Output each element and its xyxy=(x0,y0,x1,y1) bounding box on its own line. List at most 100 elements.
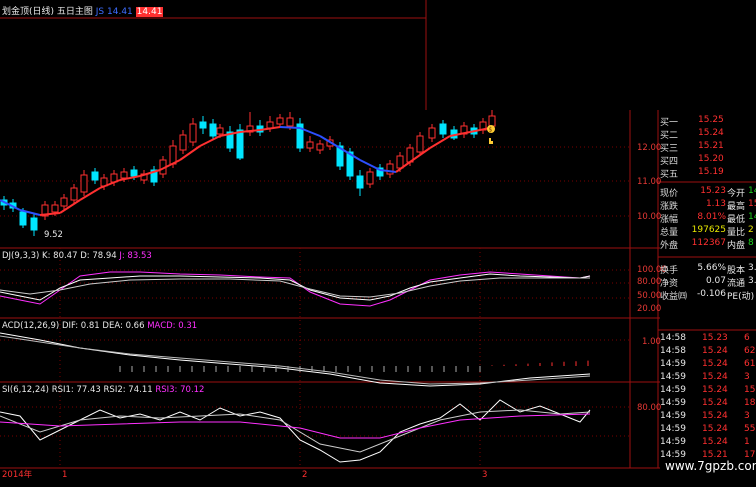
quote-value2: 14 xyxy=(748,212,756,222)
quote-label: 净资 xyxy=(660,279,679,289)
quote-value: 197625 xyxy=(691,225,726,235)
quote-label: 现价 xyxy=(660,189,679,199)
candle-body xyxy=(130,169,138,177)
quote-label2: 最高 xyxy=(727,202,746,212)
kdj-lines xyxy=(0,271,591,307)
tick-price: 15.24 xyxy=(702,359,728,369)
kdj-j-line xyxy=(0,271,591,307)
candle-body xyxy=(216,127,224,135)
quote-value2: 14 xyxy=(748,186,756,196)
chart-title-bar: 划金顶(日线) 五日主图 JS 14.41 14.41 xyxy=(2,4,164,17)
tick-price: 15.24 xyxy=(702,346,728,356)
rsi-tick-80: 80.00 xyxy=(637,403,662,413)
tick-time: 14:59 xyxy=(660,372,686,382)
signal-coin-glyph: $ xyxy=(489,127,493,134)
quote-label: 涨幅 xyxy=(660,215,679,225)
rsi-header: SI(6,12,24) RSI1: 77.43 RSI2: 74.11 RSI3… xyxy=(2,385,204,395)
kdj-j: J: 83.53 xyxy=(119,251,152,261)
kline-chart-canvas[interactable]: $ xyxy=(0,0,756,487)
quote-value: -0.106 xyxy=(696,289,726,299)
hand-pointer-icon[interactable] xyxy=(489,138,493,144)
quote-label: 外盘 xyxy=(660,241,679,251)
quote-label2: PE(动) xyxy=(727,292,755,302)
kdj-header: DJ(9,3,3) K: 80.47 D: 78.94 J: 83.53 xyxy=(2,251,152,261)
order-book-price: 15.24 xyxy=(698,128,724,138)
macd-tick-1: 1.00 xyxy=(642,337,661,347)
tick-time: 14:59 xyxy=(660,385,686,395)
tick-price: 15.24 xyxy=(702,398,728,408)
tick-time: 14:59 xyxy=(660,398,686,408)
candle-body xyxy=(169,145,177,165)
candle-body xyxy=(396,155,404,169)
time-sales-panel: 14:58 15.23 6 14:58 15.24 62 14:59 15.24 61 14:59… xyxy=(660,333,756,463)
kdj-name: DJ(9,3,3) xyxy=(2,251,40,261)
quote-value2: 2 xyxy=(748,225,754,235)
macd-dif: DIF: 0.81 xyxy=(61,321,100,331)
candle-body xyxy=(488,115,496,127)
quote-label: 总量 xyxy=(660,228,679,238)
tick-volume: 1 xyxy=(744,437,750,447)
candle-body xyxy=(356,175,364,189)
ma-value: 14.41 xyxy=(107,7,133,17)
quote-value: 8.01% xyxy=(697,212,726,222)
order-book-label: 买四 xyxy=(660,157,679,167)
order-book-label: 买一 xyxy=(660,118,679,128)
macd-header: ACD(12,26,9) DIF: 0.81 DEA: 0.66 MACD: 0… xyxy=(2,321,197,331)
order-book-panel: 买一 15.25 买二 15.24 买三 15.21 买四 15.20 买五 1… xyxy=(660,115,756,185)
quote-value2: 3.4 xyxy=(748,276,756,286)
quote-value: 1.13 xyxy=(705,199,726,209)
quote-value2: 15 xyxy=(748,199,756,209)
order-book-price: 15.20 xyxy=(698,154,724,164)
quote-label2: 内盘 xyxy=(727,241,746,251)
candle-body xyxy=(60,197,68,207)
time-axis-year: 2014年 xyxy=(2,470,33,480)
kdj-k: K: 80.47 xyxy=(42,251,78,261)
quote-value2: 3.4 xyxy=(748,263,756,273)
low-price-marker: 9.52 xyxy=(44,230,63,240)
order-book-label: 买三 xyxy=(660,144,679,154)
candle-body xyxy=(91,171,99,181)
order-book-label: 买五 xyxy=(660,170,679,180)
candle-body xyxy=(276,117,284,125)
tick-time: 14:58 xyxy=(660,346,686,356)
candle-body xyxy=(179,134,187,151)
candle-body xyxy=(439,123,447,135)
tick-time: 14:59 xyxy=(660,424,686,434)
macd-lines xyxy=(0,332,591,387)
quote-label2: 今开 xyxy=(727,189,746,199)
quote-value: 0.07 xyxy=(705,276,726,286)
quote-label: 涨跌 xyxy=(660,202,679,212)
rsi-name: SI(6,12,24) xyxy=(2,385,49,395)
order-book-price: 15.19 xyxy=(698,167,724,177)
tick-volume: 18 xyxy=(744,398,756,408)
macd-dif-line xyxy=(0,332,591,387)
rsi-lines xyxy=(0,399,591,463)
candle-body xyxy=(120,171,128,179)
ma-segment xyxy=(279,126,301,129)
tick-time: 14:59 xyxy=(660,411,686,421)
candle-body xyxy=(306,141,314,149)
candle-body xyxy=(51,204,59,213)
kdj-tick-80: 80.00 xyxy=(637,277,662,287)
tick-volume: 15 xyxy=(744,385,756,395)
candle-body xyxy=(80,174,88,193)
order-book-price: 15.21 xyxy=(698,141,724,151)
tick-volume: 55 xyxy=(744,424,756,434)
kdj-tick-20: 20.00 xyxy=(637,304,662,314)
candle-body xyxy=(366,171,374,185)
y-tick-11: 11.00 xyxy=(637,177,662,187)
tick-price: 15.24 xyxy=(702,437,728,447)
tick-price: 15.23 xyxy=(702,333,728,343)
y-tick-12: 12.00 xyxy=(637,143,662,153)
candle-body xyxy=(236,129,244,159)
macd-dea-line xyxy=(0,335,591,385)
rsi-1: RSI1: 77.43 xyxy=(51,385,101,395)
tick-volume: 6 xyxy=(744,333,750,343)
tick-volume: 62 xyxy=(744,346,756,356)
indicator-title: 划金顶(日线) 五日主图 xyxy=(2,7,93,17)
macd-macd: MACD: 0.31 xyxy=(147,321,198,331)
quote-value: 5.66% xyxy=(697,263,726,273)
tick-price: 15.24 xyxy=(702,424,728,434)
candle-body xyxy=(428,127,436,139)
quote-label2: 股本 xyxy=(727,266,746,276)
